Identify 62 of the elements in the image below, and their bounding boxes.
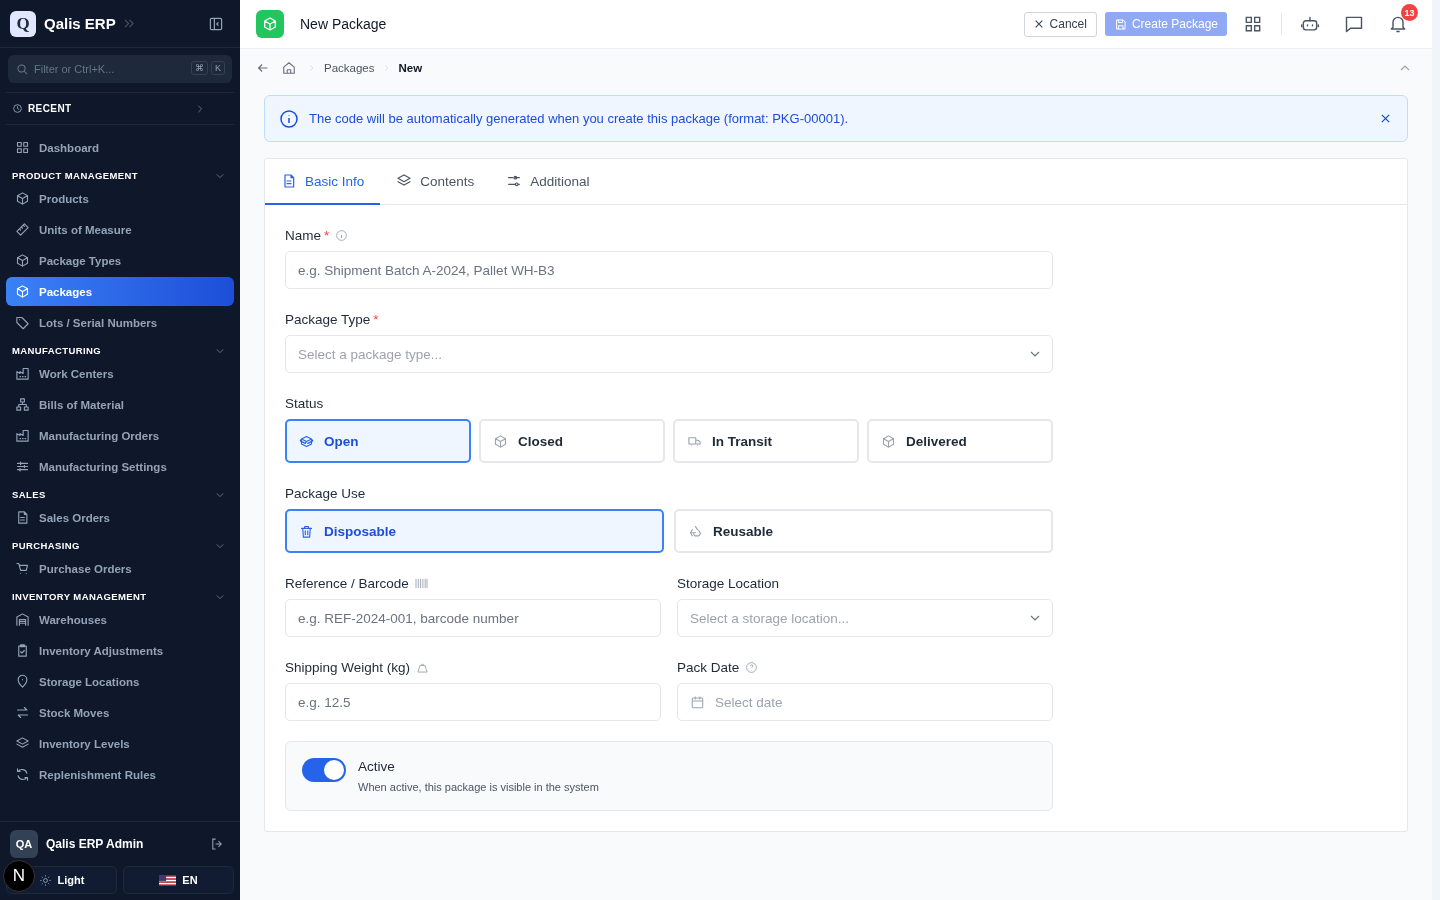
section-header[interactable]: INVENTORY MANAGEMENT: [6, 585, 234, 605]
toggle-label: Active: [358, 759, 396, 774]
nav-item[interactable]: Purchase Orders: [6, 554, 234, 583]
app-name: Qalis ERP: [44, 15, 116, 32]
section-header[interactable]: SALES: [6, 483, 234, 503]
field-label: Pack Date: [677, 659, 740, 675]
alert-message: The code will be automatically generated when you create this package (format: PKG-00001).: [309, 111, 850, 126]
nav-item[interactable]: Products: [6, 184, 234, 213]
notification-badge: 13: [1401, 4, 1418, 21]
status-option[interactable]: Delivered: [867, 419, 1053, 463]
nav-item[interactable]: Manufacturing Settings: [6, 452, 234, 481]
required-mark: *: [324, 227, 330, 243]
field-label: Storage Location: [677, 575, 780, 591]
section-header[interactable]: MANUFACTURING: [6, 339, 234, 359]
nav-item[interactable]: Sales Orders: [6, 503, 234, 532]
toggle-description: When active, this package is visible in the system: [358, 781, 599, 793]
breadcrumb-item[interactable]: Packages: [324, 62, 375, 74]
section-header[interactable]: PRODUCT MANAGEMENT: [6, 164, 234, 184]
status-option[interactable]: Closed: [479, 419, 665, 463]
dev-tools-overlay[interactable]: N: [3, 860, 35, 892]
tab[interactable]: Basic Info: [265, 159, 381, 205]
page-title: New Package: [300, 16, 387, 32]
field-label: Status: [285, 395, 324, 411]
required-mark: *: [373, 311, 379, 327]
nav-item[interactable]: Manufacturing Orders: [6, 421, 234, 450]
breadcrumb-item: New: [398, 62, 423, 74]
app-logo: Q: [10, 10, 36, 37]
field-label: Reference / Barcode: [285, 575, 409, 591]
field-label: Shipping Weight (kg): [285, 659, 411, 675]
shipping-weight-input[interactable]: e.g. 12.5: [285, 683, 661, 721]
nav-item[interactable]: Package Types: [6, 246, 234, 275]
language-button[interactable]: EN: [123, 866, 234, 894]
field-label: Package Use: [285, 485, 366, 501]
nav-item[interactable]: Replenishment Rules: [6, 760, 234, 789]
nav-item[interactable]: Warehouses: [6, 605, 234, 634]
section-header[interactable]: PURCHASING: [6, 534, 234, 554]
cancel-button[interactable]: Cancel: [1023, 11, 1097, 37]
status-option[interactable]: In Transit: [673, 419, 859, 463]
nav-item[interactable]: Work Centers: [6, 359, 234, 388]
nav-item[interactable]: Lots / Serial Numbers: [6, 308, 234, 337]
shortcut-key: ⌘: [191, 61, 208, 75]
nav-item[interactable]: Bills of Material: [6, 390, 234, 419]
package-use-option[interactable]: Reusable: [674, 509, 1053, 553]
nav-item[interactable]: Units of Measure: [6, 215, 234, 244]
status-option[interactable]: Open: [285, 419, 471, 463]
name-input[interactable]: e.g. Shipment Batch A-2024, Pallet WH-B3: [285, 251, 1053, 289]
nav-item[interactable]: Stock Moves: [6, 698, 234, 727]
user-name: Qalis ERP Admin: [46, 837, 144, 851]
shortcut-key: K: [211, 61, 225, 75]
package-use-option[interactable]: Disposable: [285, 509, 664, 553]
user-avatar[interactable]: QA: [10, 830, 38, 858]
nav-item[interactable]: Dashboard: [6, 133, 234, 162]
nav-item[interactable]: Inventory Adjustments: [6, 636, 234, 665]
reference-input[interactable]: e.g. REF-2024-001, barcode number: [285, 599, 661, 637]
recent-menu[interactable]: RECENT: [6, 92, 234, 125]
tab[interactable]: Additional: [490, 159, 606, 205]
nav-item[interactable]: Storage Locations: [6, 667, 234, 696]
field-label: Name: [285, 227, 321, 243]
nav-item[interactable]: Inventory Levels: [6, 729, 234, 758]
field-label: Package Type: [285, 311, 371, 327]
tab[interactable]: Contents: [380, 159, 491, 205]
nav-item[interactable]: Packages: [6, 277, 234, 306]
